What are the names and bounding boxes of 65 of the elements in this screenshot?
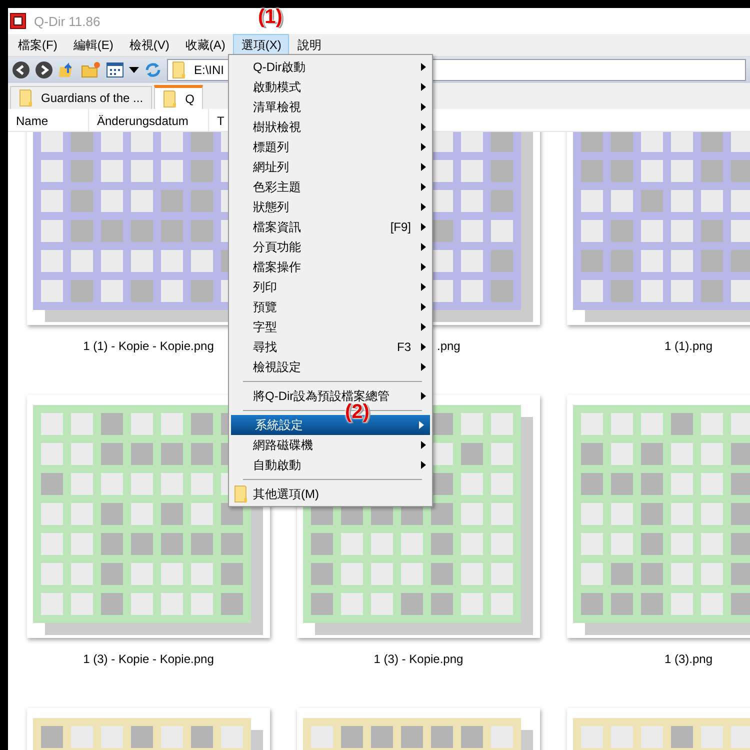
submenu-arrow-icon xyxy=(421,392,426,400)
submenu-arrow-icon xyxy=(421,123,426,131)
submenu-arrow-icon xyxy=(419,421,424,429)
menu-item[interactable]: 其他選項(M) xyxy=(229,484,432,504)
file-name: 1 (3).png xyxy=(664,652,713,666)
submenu-arrow-icon xyxy=(421,263,426,271)
menu-item[interactable]: 樹狀檢視 xyxy=(229,117,432,137)
menu-item[interactable]: 檔案資訊 [F9] xyxy=(229,217,432,237)
menu-item[interactable]: Q-Dir啟動 xyxy=(229,57,432,77)
folder-icon xyxy=(172,61,188,79)
menu-item[interactable]: 列印 xyxy=(229,277,432,297)
menu-item[interactable]: 檢視設定 xyxy=(229,357,432,377)
menu-item[interactable]: 清單檢視 xyxy=(229,97,432,117)
menu-item[interactable]: 狀態列 xyxy=(229,197,432,217)
folder-icon xyxy=(19,89,35,107)
dropdown-icon[interactable] xyxy=(129,66,139,74)
submenu-arrow-icon xyxy=(421,183,426,191)
submenu-arrow-icon xyxy=(421,343,426,351)
column-header[interactable]: Änderungsdatum xyxy=(89,109,209,131)
menu-item[interactable]: 網路磁碟機 xyxy=(229,435,432,455)
menu-item[interactable]: 標題列 xyxy=(229,137,432,157)
new-folder-icon[interactable] xyxy=(81,61,101,79)
menu-item[interactable]: 網址列 xyxy=(229,157,432,177)
file-name: 1 (3) - Kopie.png xyxy=(374,652,464,666)
menu-item[interactable]: 檢視(V) xyxy=(121,34,178,56)
menu-item[interactable]: 說明 xyxy=(289,34,330,56)
folder-tab[interactable]: Q xyxy=(154,85,204,109)
submenu-arrow-icon xyxy=(421,441,426,449)
submenu-arrow-icon xyxy=(421,83,426,91)
file-name: 1 (1) - Kopie - Kopie.png xyxy=(83,339,214,353)
submenu-arrow-icon xyxy=(421,461,426,469)
submenu-arrow-icon xyxy=(421,143,426,151)
menu-item[interactable]: 尋找 F3 xyxy=(229,337,432,357)
menu-item[interactable]: 檔案(F) xyxy=(10,34,66,56)
submenu-arrow-icon xyxy=(421,63,426,71)
submenu-arrow-icon xyxy=(421,243,426,251)
menu-item[interactable]: 色彩主題 xyxy=(229,177,432,197)
menu-item[interactable]: 收藏(A) xyxy=(177,34,234,56)
menu-item[interactable]: 字型 xyxy=(229,317,432,337)
view-icon[interactable] xyxy=(106,62,124,78)
folder-icon xyxy=(234,485,250,503)
window-title: Q-Dir 11.86 xyxy=(34,14,100,28)
submenu-arrow-icon xyxy=(421,363,426,371)
column-header[interactable]: T xyxy=(209,109,224,131)
back-icon[interactable] xyxy=(12,61,30,79)
step-annotation: (1) xyxy=(258,8,282,26)
submenu-arrow-icon xyxy=(421,103,426,111)
file-name: 1 (3) - Kopie - Kopie.png xyxy=(83,652,214,666)
menu-item[interactable]: 自動啟動 xyxy=(229,455,432,475)
submenu-arrow-icon xyxy=(421,323,426,331)
submenu-arrow-icon xyxy=(421,223,426,231)
file-name: .png xyxy=(437,339,460,353)
file-name: 1 (1).png xyxy=(664,339,713,353)
refresh-icon[interactable] xyxy=(144,61,162,79)
menu-item[interactable]: 預覽 xyxy=(229,297,432,317)
submenu-arrow-icon xyxy=(421,163,426,171)
menu-item[interactable]: 檔案操作 xyxy=(229,257,432,277)
menu-item[interactable]: 分頁功能 xyxy=(229,237,432,257)
submenu-arrow-icon xyxy=(421,303,426,311)
submenu-arrow-icon xyxy=(421,283,426,291)
menu-item[interactable]: 編輯(E) xyxy=(65,34,122,56)
column-header[interactable]: Name xyxy=(8,109,89,131)
forward-icon[interactable] xyxy=(35,61,53,79)
folder-tab[interactable]: Guardians of the ... xyxy=(10,86,152,109)
submenu-arrow-icon xyxy=(421,203,426,211)
